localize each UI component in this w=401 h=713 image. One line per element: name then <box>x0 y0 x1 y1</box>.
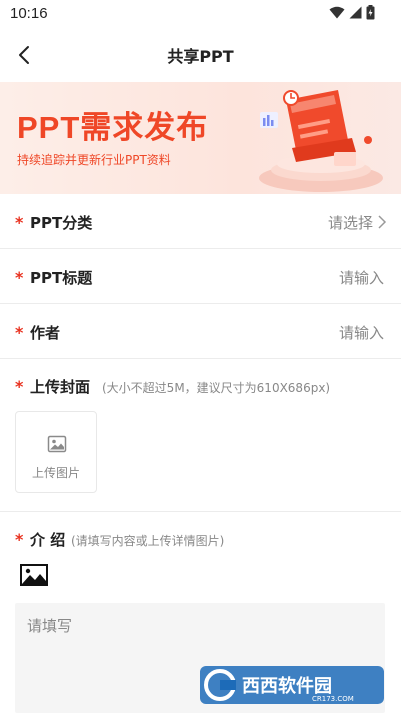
status-icons <box>329 5 375 20</box>
chevron-right-icon <box>378 215 387 229</box>
cover-label: 上传封面 <box>30 378 91 396</box>
upload-cover-button[interactable]: 上传图片 <box>15 411 97 493</box>
section-divider <box>0 511 401 512</box>
required-mark: * <box>15 530 24 549</box>
battery-icon <box>366 5 375 20</box>
wifi-icon <box>329 6 345 19</box>
presentation-illustration <box>259 90 383 192</box>
watermark-url: CR173.COM <box>312 695 354 703</box>
status-bar: 10:16 <box>0 0 401 28</box>
intro-hint: (请填写内容或上传详情图片) <box>71 534 225 548</box>
cover-hint: (大小不超过5M，建议尺寸为610X686px) <box>102 381 331 395</box>
category-label: PPT分类 <box>30 214 93 232</box>
watermark-brand: 西西软件园 <box>242 675 332 697</box>
status-time: 10:16 <box>10 5 48 22</box>
banner-title: PPT需求发布 <box>17 110 209 145</box>
promo-banner: PPT需求发布 持续追踪并更新行业PPT资料 <box>0 82 401 194</box>
insert-image-icon[interactable] <box>20 564 48 586</box>
nav-bar: 共享PPT <box>0 28 401 82</box>
required-mark: * <box>15 268 24 287</box>
title-label: PPT标题 <box>30 269 93 287</box>
title-input-row[interactable]: * PPT标题 请输入 <box>0 249 401 304</box>
required-mark: * <box>15 323 24 342</box>
author-input[interactable]: 请输入 <box>339 322 384 343</box>
required-mark: * <box>15 213 24 232</box>
title-input[interactable]: 请输入 <box>339 267 384 288</box>
upload-cover-label: 上传图片 <box>31 466 80 480</box>
image-icon <box>47 435 67 453</box>
intro-label: 介 绍 <box>30 531 66 549</box>
category-value[interactable]: 请选择 <box>328 212 373 233</box>
banner-subtitle: 持续追踪并更新行业PPT资料 <box>17 153 171 167</box>
category-select-row[interactable]: * PPT分类 请选择 <box>0 194 401 249</box>
required-mark: * <box>15 377 24 396</box>
cellular-signal-icon <box>349 6 362 19</box>
author-input-row[interactable]: * 作者 请输入 <box>0 304 401 359</box>
author-label: 作者 <box>30 324 61 342</box>
page-title: 共享PPT <box>167 47 234 66</box>
watermark-logo: 西西软件园 CR173.COM <box>200 666 384 704</box>
